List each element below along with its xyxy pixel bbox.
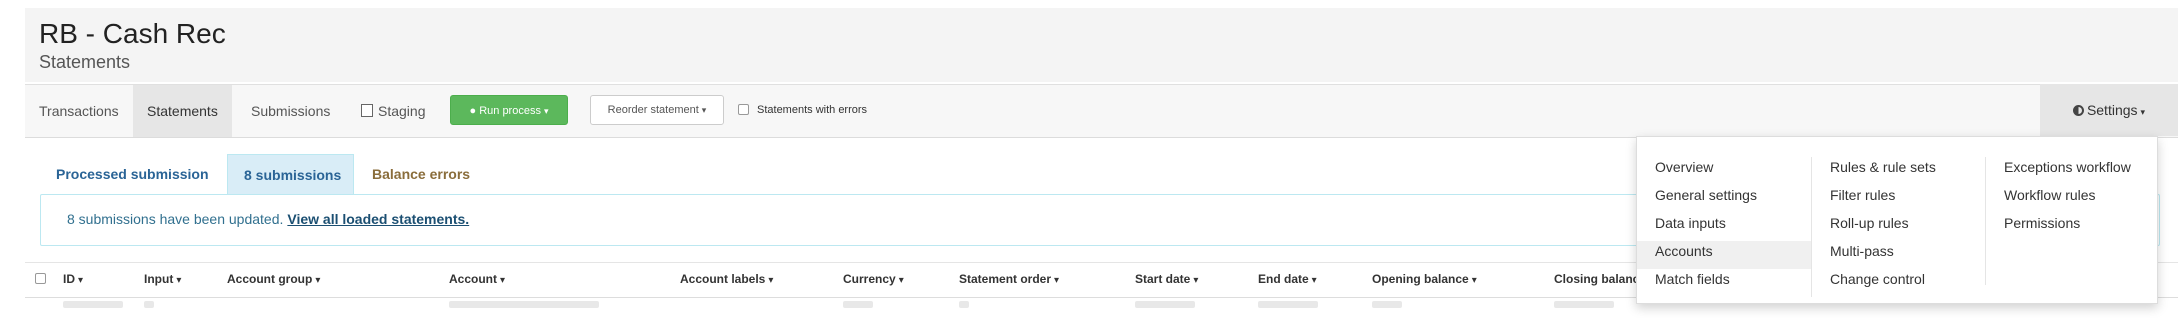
tab-submissions[interactable]: Submissions <box>237 85 344 137</box>
view-all-statements-link[interactable]: View all loaded statements. <box>287 211 469 227</box>
reorder-label: Reorder statement <box>607 104 699 116</box>
cell-placeholder <box>1554 301 1614 308</box>
menu-item-overview[interactable]: Overview <box>1637 157 1811 185</box>
tab-statements[interactable]: Statements <box>133 85 232 137</box>
caret-down-icon: ▾ <box>2140 107 2146 117</box>
cell-placeholder <box>1372 301 1402 308</box>
column-header-id[interactable]: ID ▾ <box>63 272 83 286</box>
statements-with-errors-filter[interactable]: Statements with errors <box>738 102 867 118</box>
select-all-checkbox[interactable] <box>35 273 46 284</box>
menu-item-workflow-rules[interactable]: Workflow rules <box>1986 185 2160 213</box>
cell-placeholder <box>1258 301 1318 308</box>
menu-item-exceptions-workflow[interactable]: Exceptions workflow <box>1986 157 2160 185</box>
caret-down-icon: ▾ <box>315 275 321 286</box>
alert-message: 8 submissions have been updated. View all… <box>67 211 469 227</box>
menu-item-rules-rule-sets[interactable]: Rules & rule sets <box>1812 157 1986 185</box>
menu-item-change-control[interactable]: Change control <box>1812 269 1986 297</box>
menu-item-roll-up-rules[interactable]: Roll-up rules <box>1812 213 1986 241</box>
column-header-account-group[interactable]: Account group ▾ <box>227 272 320 286</box>
statements-with-errors-label: Statements with errors <box>757 104 868 116</box>
caret-down-icon: ▾ <box>1054 275 1060 286</box>
toolbar: Transactions Statements Submissions Stag… <box>25 84 2178 138</box>
cell-placeholder <box>144 301 154 308</box>
settings-menu: Overview General settings Data inputs Ac… <box>1636 136 2158 304</box>
caret-down-icon: ▾ <box>1311 275 1317 286</box>
tab-transactions[interactable]: Transactions <box>25 85 133 137</box>
statements-with-errors-checkbox[interactable] <box>738 104 749 115</box>
column-header-account-labels[interactable]: Account labels ▾ <box>680 272 773 286</box>
caret-down-icon: ▾ <box>78 275 84 286</box>
column-header-statement-order[interactable]: Statement order ▾ <box>959 272 1059 286</box>
alert-text: 8 submissions have been updated. <box>67 211 284 227</box>
copy-icon <box>358 101 373 117</box>
menu-item-multi-pass[interactable]: Multi-pass <box>1812 241 1986 269</box>
menu-item-permissions[interactable]: Permissions <box>1986 213 2160 241</box>
menu-item-data-inputs[interactable]: Data inputs <box>1637 213 1811 241</box>
cell-placeholder <box>959 301 969 308</box>
column-header-start-date[interactable]: Start date ▾ <box>1135 272 1198 286</box>
tab-staging-label: Staging <box>378 103 426 119</box>
page-header: RB - Cash Rec Statements <box>25 8 2178 82</box>
page-title: RB - Cash Rec <box>39 18 226 49</box>
tab-processed-submission[interactable]: Processed submission <box>40 154 225 194</box>
settings-menu-column: Rules & rule sets Filter rules Roll-up r… <box>1811 157 1986 297</box>
column-header-end-date[interactable]: End date ▾ <box>1258 272 1317 286</box>
caret-down-icon: ▾ <box>898 275 904 286</box>
page-subtitle: Statements <box>39 52 131 72</box>
menu-item-filter-rules[interactable]: Filter rules <box>1812 185 1986 213</box>
tab-balance-errors[interactable]: Balance errors <box>356 154 496 194</box>
caret-down-icon: ▾ <box>768 275 774 286</box>
caret-down-icon: ▾ <box>1193 275 1199 286</box>
reorder-statement-button[interactable]: Reorder statement ▾ <box>590 95 724 125</box>
menu-item-match-fields[interactable]: Match fields <box>1637 269 1811 297</box>
caret-down-icon: ▾ <box>500 275 506 286</box>
tab-staging[interactable]: Staging <box>347 85 439 137</box>
toggle-icon <box>2072 105 2084 116</box>
column-header-account[interactable]: Account ▾ <box>449 272 505 286</box>
cell-placeholder <box>449 301 599 308</box>
cell-placeholder <box>843 301 873 308</box>
column-header-input[interactable]: Input ▾ <box>144 272 181 286</box>
column-header-currency[interactable]: Currency ▾ <box>843 272 904 286</box>
settings-menu-column: Overview General settings Data inputs Ac… <box>1637 157 1811 297</box>
settings-button[interactable]: Settings ▾ <box>2040 84 2178 136</box>
settings-menu-column: Exceptions workflow Workflow rules Permi… <box>1985 157 2160 285</box>
cell-placeholder <box>63 301 123 308</box>
caret-down-icon: ▾ <box>701 105 707 115</box>
caret-down-icon: ▾ <box>1471 275 1477 286</box>
caret-down-icon: ▾ <box>176 275 182 286</box>
play-circle-icon: ● <box>469 105 477 117</box>
menu-item-general-settings[interactable]: General settings <box>1637 185 1811 213</box>
tab-submissions-count[interactable]: 8 submissions <box>227 154 354 194</box>
menu-item-accounts[interactable]: Accounts <box>1637 241 1811 269</box>
settings-label: Settings <box>2086 102 2138 118</box>
caret-down-icon: ▾ <box>543 106 549 116</box>
run-process-label: Run process <box>479 105 541 117</box>
column-header-opening-balance[interactable]: Opening balance ▾ <box>1372 272 1477 286</box>
run-process-button[interactable]: ● Run process ▾ <box>450 95 568 125</box>
cell-placeholder <box>1135 301 1195 308</box>
